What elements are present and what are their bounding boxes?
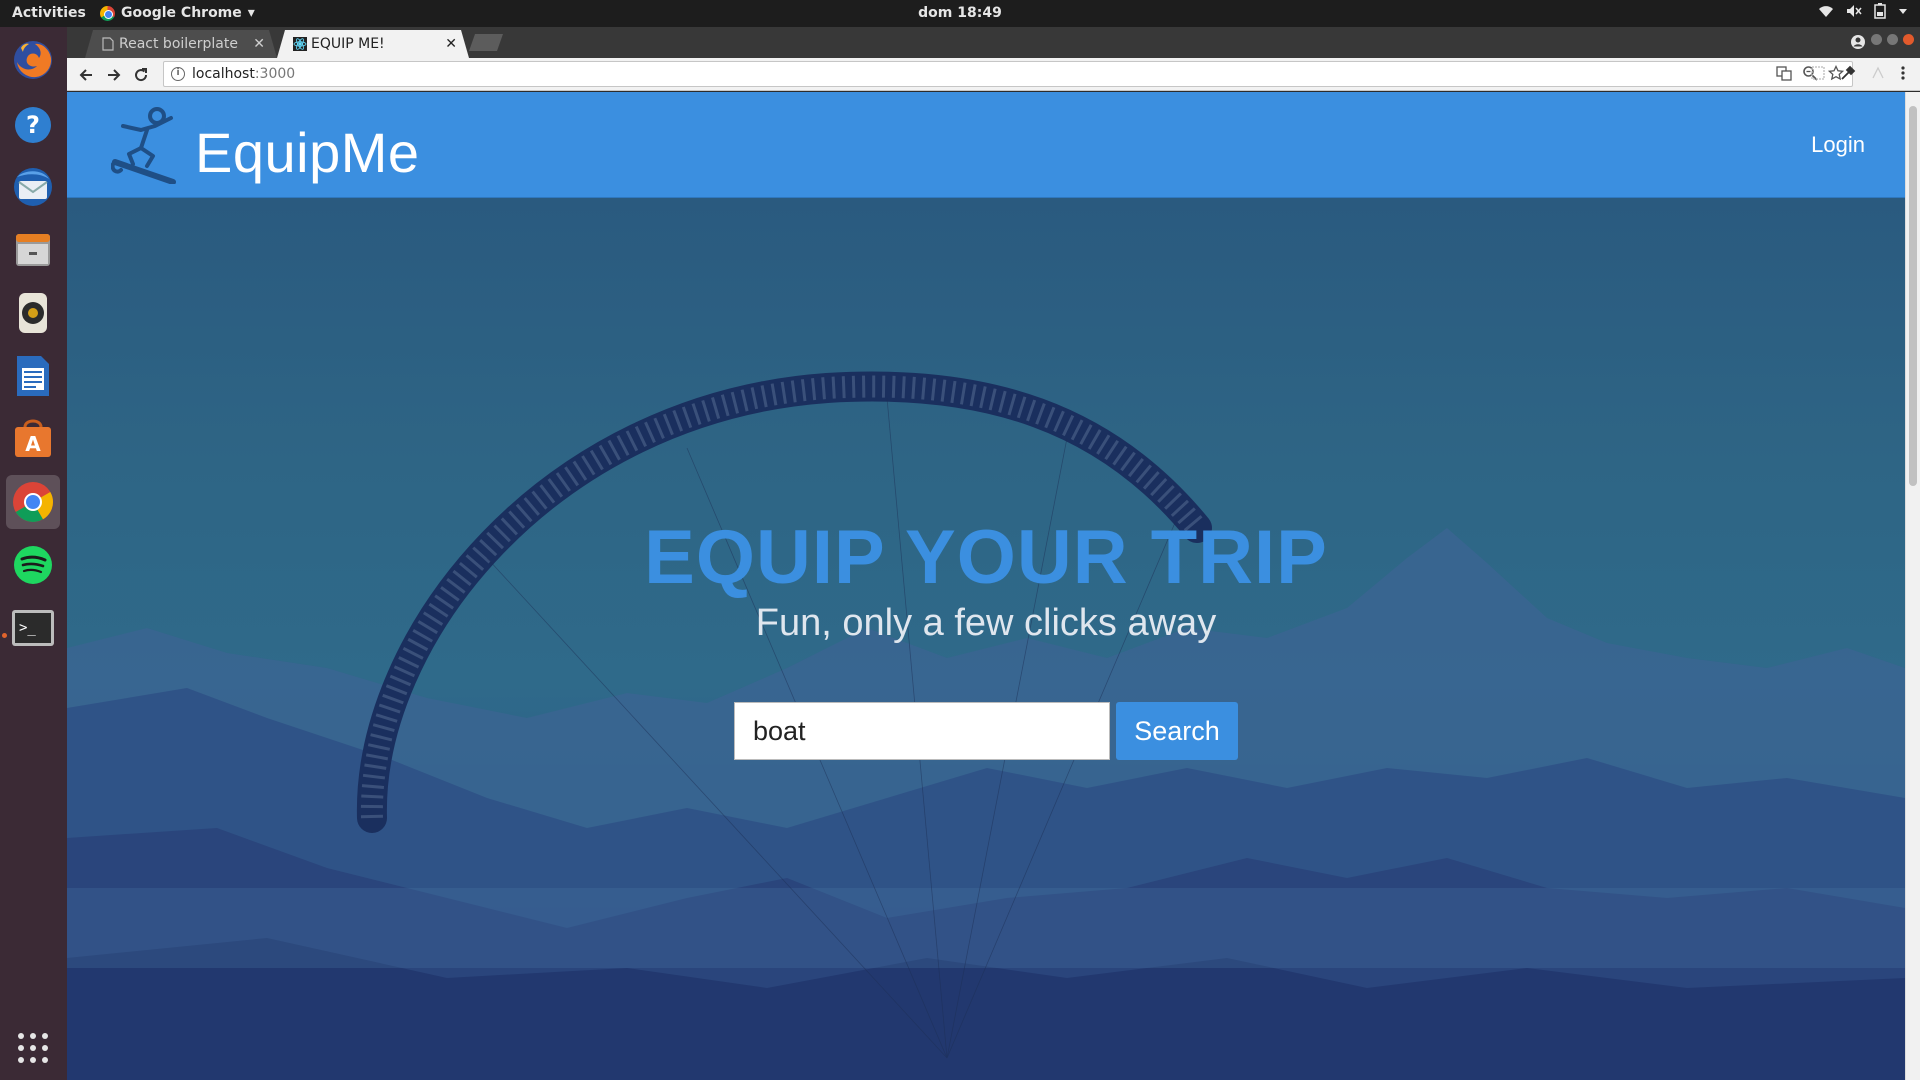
volume-muted-icon <box>1847 5 1862 17</box>
arrow-left-icon <box>79 69 92 81</box>
info-icon[interactable]: i <box>171 67 185 81</box>
search-button[interactable]: Search <box>1116 702 1238 760</box>
reload-icon <box>135 68 148 82</box>
url-port: :3000 <box>254 66 296 82</box>
rhythmbox-launcher[interactable] <box>6 286 60 340</box>
help-icon: ? <box>15 107 51 143</box>
scrollbar-thumb[interactable] <box>1909 106 1917 486</box>
rhythmbox-icon <box>19 293 47 333</box>
translate-icon[interactable] <box>1776 65 1792 81</box>
wifi-icon <box>1819 6 1833 17</box>
hero-title: EQUIP YOUR TRIP <box>644 515 1328 600</box>
system-top-bar: Activities Google Chrome ▾ dom 18:49 <box>0 0 1920 27</box>
firefox-icon <box>14 41 52 79</box>
minimize-button[interactable] <box>1871 34 1882 45</box>
brand-name[interactable]: EquipMe <box>195 120 420 185</box>
help-launcher[interactable]: ? <box>6 98 60 152</box>
extension-icon[interactable] <box>1810 65 1826 81</box>
reload-button[interactable] <box>130 64 152 86</box>
thunderbird-launcher[interactable] <box>6 160 60 214</box>
apps-grid-icon <box>18 1033 48 1063</box>
arrow-right-icon <box>108 69 121 81</box>
profile-icon[interactable] <box>1850 34 1866 50</box>
eyedropper-icon[interactable] <box>1840 65 1856 81</box>
close-window-button[interactable] <box>1903 34 1914 45</box>
chrome-icon <box>13 482 53 522</box>
page-scrollbar[interactable] <box>1905 92 1920 1080</box>
svg-text:>_: >_ <box>19 620 36 636</box>
svg-text:?: ? <box>26 111 40 139</box>
extension-icons <box>1810 65 1906 81</box>
running-indicator <box>2 633 7 638</box>
hero-subtitle: Fun, only a few clicks away <box>755 602 1217 644</box>
clock[interactable]: dom 18:49 <box>0 5 1920 21</box>
maximize-button[interactable] <box>1887 34 1898 45</box>
tab-title: EQUIP ME! <box>311 36 385 52</box>
forward-button[interactable] <box>103 64 125 86</box>
terminal-icon: >_ <box>12 610 54 646</box>
show-applications-button[interactable] <box>6 1021 60 1075</box>
close-tab-icon[interactable]: ✕ <box>253 30 265 58</box>
extension-icon[interactable] <box>1870 65 1886 81</box>
back-button[interactable] <box>75 64 97 86</box>
new-tab-button[interactable] <box>469 34 503 51</box>
address-bar[interactable]: i localhost:3000 <box>163 61 1853 87</box>
system-tray[interactable] <box>1818 3 1908 19</box>
spotify-icon <box>14 546 52 584</box>
chrome-launcher[interactable] <box>6 475 60 529</box>
spotify-launcher[interactable] <box>6 538 60 592</box>
dock: ? A >_ <box>0 27 67 1080</box>
thunderbird-icon <box>14 168 52 206</box>
close-tab-icon[interactable]: ✕ <box>445 30 457 58</box>
files-icon <box>16 234 50 266</box>
writer-launcher[interactable] <box>6 349 60 403</box>
tab-equip-me[interactable]: EQUIP ME! ✕ <box>277 30 469 58</box>
tab-strip: React boilerplate ✕ EQUIP ME! ✕ <box>67 27 1920 58</box>
site-navbar: EquipMe Login <box>67 92 1905 198</box>
battery-icon <box>1874 3 1886 19</box>
page-icon <box>102 37 114 51</box>
caret-down-icon <box>1899 9 1907 14</box>
software-launcher[interactable]: A <box>6 412 60 466</box>
url-host: localhost <box>192 66 255 82</box>
files-launcher[interactable] <box>6 223 60 277</box>
search-input[interactable] <box>734 702 1110 760</box>
hero-section: EQUIP YOUR TRIP Fun, only a few clicks a… <box>67 198 1905 1080</box>
window-controls <box>1871 34 1914 45</box>
svg-text:A: A <box>25 432 41 456</box>
snowboarder-logo-icon[interactable] <box>111 104 185 184</box>
menu-kebab-icon[interactable] <box>1900 65 1906 81</box>
software-icon: A <box>15 419 51 457</box>
tab-title: React boilerplate <box>119 36 238 52</box>
react-icon <box>293 37 307 51</box>
firefox-launcher[interactable] <box>6 33 60 87</box>
tab-react-boilerplate[interactable]: React boilerplate ✕ <box>85 30 277 58</box>
writer-icon <box>17 356 49 396</box>
browser-toolbar: i localhost:3000 <box>67 58 1920 91</box>
login-link[interactable]: Login <box>1811 132 1865 158</box>
terminal-launcher[interactable]: >_ <box>6 601 60 655</box>
web-page: EquipMe Login EQUIP YOUR TRIP Fun, only … <box>67 92 1905 1080</box>
